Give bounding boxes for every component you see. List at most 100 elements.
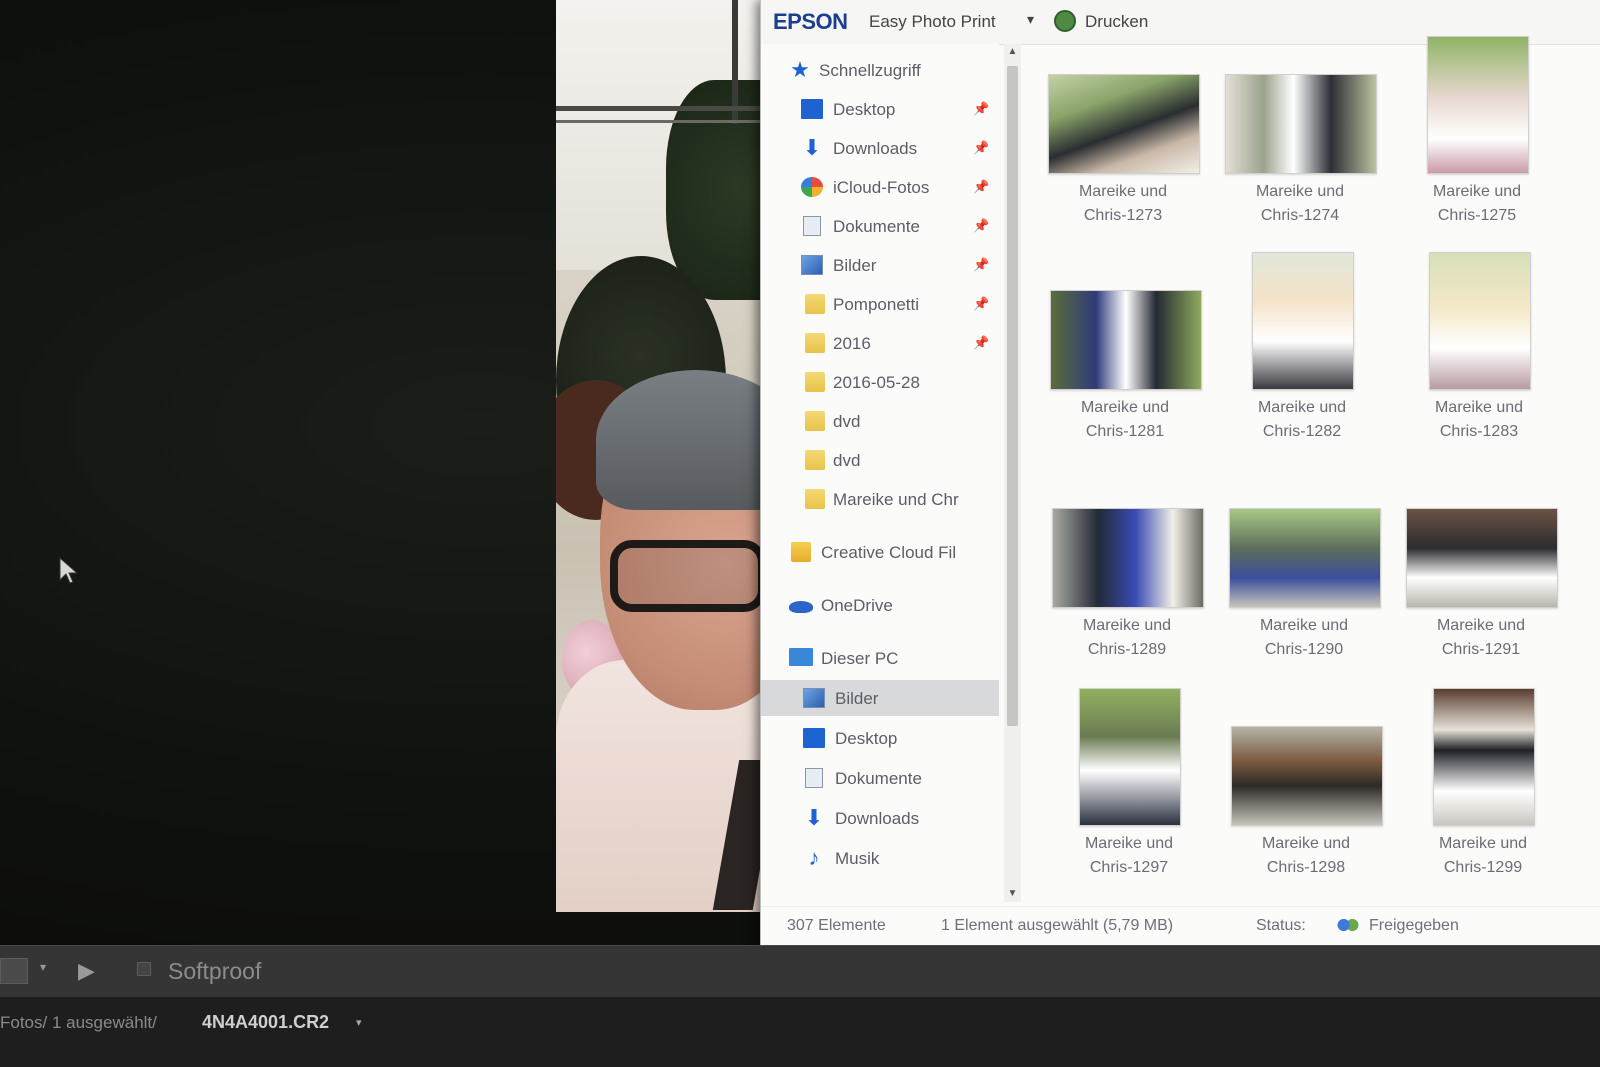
file-name-line2: Chris-1281 bbox=[1085, 423, 1165, 440]
file-name-line2: Chris-1290 bbox=[1264, 641, 1344, 658]
nav-item-2016-05-28[interactable]: 2016-05-28 bbox=[761, 364, 999, 400]
nav-item-desktop[interactable]: Desktop 📌 bbox=[761, 91, 999, 127]
download-arrow-icon: ⬇ bbox=[802, 135, 822, 160]
navigation-pane: ★ Schnellzugriff Desktop 📌 ⬇ Downloads 📌… bbox=[761, 44, 999, 906]
file-tile[interactable]: Mareike und Chris-1290 bbox=[1224, 464, 1384, 674]
file-tile[interactable]: Mareike und Chris-1297 bbox=[1049, 682, 1209, 892]
file-tile[interactable]: Mareike und Chris-1289 bbox=[1047, 464, 1207, 674]
nav-item-desktop-pc[interactable]: Desktop bbox=[761, 720, 999, 756]
file-tile[interactable]: Mareike und Chris-1299 bbox=[1403, 682, 1563, 892]
nav-item-creative-cloud-files[interactable]: Creative Cloud Fil bbox=[761, 534, 999, 570]
nav-item-documents-pc[interactable]: Dokumente bbox=[761, 760, 999, 796]
view-mode-button[interactable] bbox=[0, 958, 28, 984]
nav-item-label: Bilder bbox=[833, 256, 877, 275]
chevron-down-icon[interactable]: ▾ bbox=[1027, 11, 1034, 28]
softproof-checkbox[interactable] bbox=[137, 962, 151, 976]
documents-icon bbox=[805, 768, 823, 788]
file-name-line2: Chris-1273 bbox=[1083, 207, 1163, 224]
nav-item-label: Creative Cloud Fil bbox=[821, 543, 957, 562]
pin-icon[interactable]: 📌 bbox=[973, 335, 989, 351]
folder-icon bbox=[805, 294, 825, 314]
shared-users-icon bbox=[1337, 917, 1359, 937]
pin-icon[interactable]: 📌 bbox=[973, 179, 989, 195]
photo-thumbnail bbox=[1433, 688, 1535, 826]
nav-item-documents[interactable]: Dokumente 📌 bbox=[761, 208, 999, 244]
nav-item-dvd[interactable]: dvd bbox=[761, 403, 999, 439]
scroll-down-arrow-icon[interactable]: ▼ bbox=[1004, 886, 1021, 902]
nav-item-label: Bilder bbox=[835, 689, 879, 708]
lightroom-filmstrip-bar: Fotos/ 1 ausgewählt/ 4N4A4001.CR2 ▾ bbox=[0, 997, 1600, 1067]
nav-item-this-pc[interactable]: Dieser PC bbox=[761, 640, 999, 676]
file-tile[interactable]: Mareike und Chris-1298 bbox=[1226, 682, 1386, 892]
epson-app-menu[interactable]: Easy Photo Print bbox=[869, 12, 996, 32]
play-slideshow-icon[interactable]: ▶ bbox=[78, 958, 95, 984]
softproof-label: Softproof bbox=[168, 958, 262, 984]
file-tile[interactable]: Mareike und Chris-1281 bbox=[1045, 246, 1205, 456]
download-arrow-icon: ⬇ bbox=[804, 805, 824, 830]
pin-icon[interactable]: 📌 bbox=[973, 140, 989, 156]
onedrive-cloud-icon bbox=[789, 601, 813, 613]
chevron-down-icon[interactable]: ▾ bbox=[40, 960, 46, 974]
photo-thumbnail bbox=[1079, 688, 1181, 826]
chevron-down-icon[interactable]: ▾ bbox=[356, 1016, 362, 1029]
folder-icon bbox=[805, 411, 825, 431]
file-name-line1: Mareike und bbox=[1438, 835, 1528, 852]
nav-item-pictures[interactable]: Bilder 📌 bbox=[761, 247, 999, 283]
photo-preview bbox=[556, 0, 762, 912]
nav-item-icloud-photos[interactable]: iCloud-Fotos 📌 bbox=[761, 169, 999, 205]
file-tile[interactable]: Mareike und Chris-1283 bbox=[1399, 246, 1559, 456]
desktop-icon bbox=[803, 728, 825, 748]
file-name-line1: Mareike und bbox=[1257, 399, 1347, 416]
nav-item-onedrive[interactable]: OneDrive bbox=[761, 587, 999, 623]
icloud-photos-icon bbox=[801, 177, 823, 197]
nav-item-dvd-2[interactable]: dvd bbox=[761, 442, 999, 478]
documents-icon bbox=[803, 216, 821, 236]
file-grid: Mareike und Chris-1273 Mareike und Chris… bbox=[1027, 30, 1600, 906]
file-name-line2: Chris-1299 bbox=[1443, 859, 1523, 876]
pin-icon[interactable]: 📌 bbox=[973, 218, 989, 234]
nav-scrollbar[interactable]: ▲ ▼ bbox=[1004, 44, 1021, 902]
file-explorer-window: EPSON Easy Photo Print ▾ Drucken ★ Schne… bbox=[760, 0, 1600, 946]
photo-thumbnail bbox=[1050, 290, 1202, 390]
item-count: 307 Elemente bbox=[787, 917, 886, 934]
pin-icon[interactable]: 📌 bbox=[973, 296, 989, 312]
pin-star-icon: ★ bbox=[790, 57, 810, 82]
filmstrip-path[interactable]: Fotos/ 1 ausgewählt/ bbox=[0, 1013, 157, 1033]
music-note-icon: ♪ bbox=[808, 845, 820, 870]
nav-item-2016[interactable]: 2016 📌 bbox=[761, 325, 999, 361]
nav-item-label: dvd bbox=[833, 412, 861, 431]
file-tile[interactable]: Mareike und Chris-1282 bbox=[1222, 246, 1382, 456]
file-tile[interactable]: Mareike und Chris-1275 bbox=[1397, 30, 1557, 240]
scroll-thumb[interactable] bbox=[1007, 66, 1018, 726]
file-name-line1: Mareike und bbox=[1084, 835, 1174, 852]
file-name-line1: Mareike und bbox=[1082, 617, 1172, 634]
file-tile[interactable]: Mareike und Chris-1274 bbox=[1220, 30, 1380, 240]
nav-item-pomponetti[interactable]: Pomponetti 📌 bbox=[761, 286, 999, 322]
nav-item-label: Schnellzugriff bbox=[819, 61, 921, 80]
nav-item-downloads-pc[interactable]: ⬇ Downloads bbox=[761, 800, 999, 836]
file-name-line2: Chris-1289 bbox=[1087, 641, 1167, 658]
file-tile[interactable]: Mareike und Chris-1273 bbox=[1043, 30, 1203, 240]
nav-item-mareike-und-chris[interactable]: Mareike und Chr bbox=[761, 481, 999, 517]
filmstrip-filename[interactable]: 4N4A4001.CR2 bbox=[202, 1012, 329, 1033]
folder-icon bbox=[805, 333, 825, 353]
nav-item-label: Dieser PC bbox=[821, 649, 899, 668]
pin-icon[interactable]: 📌 bbox=[973, 257, 989, 273]
nav-item-label: OneDrive bbox=[821, 596, 893, 615]
file-tile[interactable]: Mareike und Chris-1291 bbox=[1401, 464, 1561, 674]
pin-icon[interactable]: 📌 bbox=[973, 101, 989, 117]
photo-thumbnail bbox=[1252, 252, 1354, 390]
nav-item-label: Musik bbox=[835, 849, 880, 868]
nav-item-downloads[interactable]: ⬇ Downloads 📌 bbox=[761, 130, 999, 166]
nav-item-label: Pomponetti bbox=[833, 295, 919, 314]
nav-item-music[interactable]: ♪ Musik bbox=[761, 840, 999, 876]
nav-item-pictures-selected[interactable]: Bilder bbox=[761, 680, 999, 716]
epson-logo: EPSON bbox=[773, 9, 848, 34]
scroll-up-arrow-icon[interactable]: ▲ bbox=[1004, 44, 1021, 60]
status-label: Status: bbox=[1256, 917, 1306, 934]
print-button[interactable]: Drucken bbox=[1085, 12, 1148, 32]
computer-icon bbox=[789, 648, 813, 666]
file-name-line1: Mareike und bbox=[1255, 183, 1345, 200]
nav-item-quick-access[interactable]: ★ Schnellzugriff bbox=[761, 52, 999, 88]
print-icon[interactable] bbox=[1054, 10, 1076, 32]
